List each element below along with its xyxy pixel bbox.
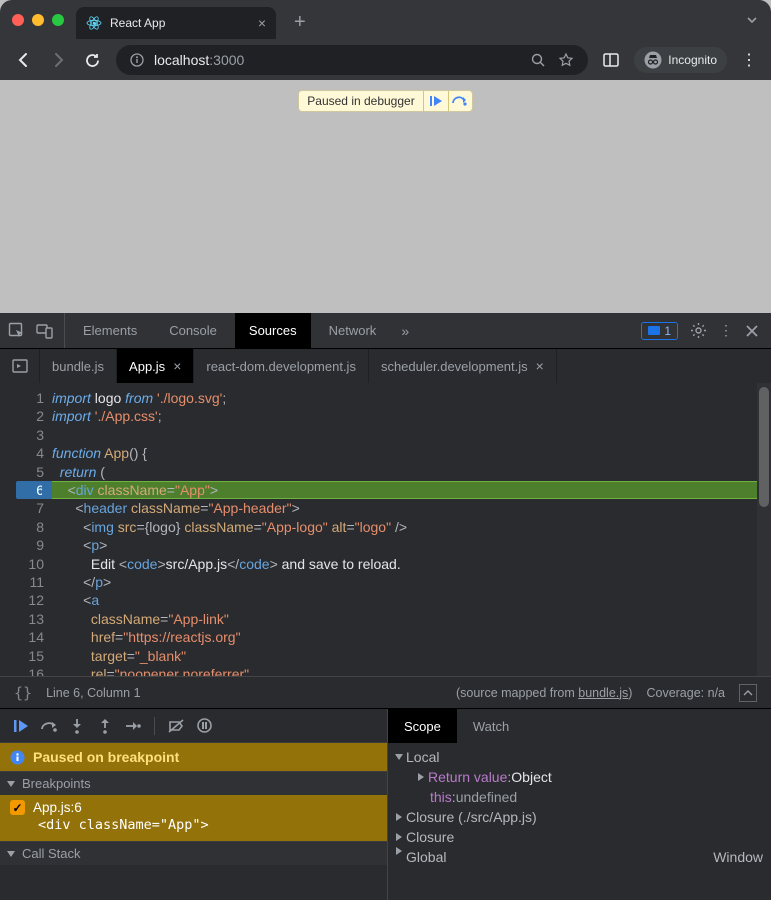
source-tab-app[interactable]: App.js× <box>117 349 194 383</box>
devtools-toggle-icon[interactable] <box>602 51 620 69</box>
global-value[interactable]: Window <box>713 847 763 867</box>
breakpoint-row[interactable]: ✓ App.js:6 <div className="App"> <box>0 795 387 841</box>
back-button[interactable] <box>14 50 34 70</box>
close-tab-icon[interactable]: × <box>536 358 544 374</box>
scope-tab-bar: Scope Watch <box>388 709 771 743</box>
paused-message: Paused on breakpoint <box>0 743 387 771</box>
page-viewport: Paused in debugger <box>0 80 771 313</box>
scope-body[interactable]: Local Return value: Object this: undefin… <box>388 743 771 871</box>
incognito-label: Incognito <box>668 53 717 67</box>
source-mapped-label: (source mapped from bundle.js) <box>456 686 633 700</box>
step-out-button[interactable] <box>92 713 118 739</box>
deactivate-breakpoints-button[interactable] <box>163 713 189 739</box>
incognito-badge[interactable]: Incognito <box>634 47 727 73</box>
resume-button[interactable] <box>8 713 34 739</box>
device-toggle-icon[interactable] <box>34 320 56 342</box>
browser-tab[interactable]: React App × <box>76 7 276 39</box>
paused-banner-text: Paused in debugger <box>299 94 422 108</box>
inspect-element-icon[interactable] <box>6 320 28 342</box>
tab-console[interactable]: Console <box>155 313 231 348</box>
navigator-toggle-icon[interactable] <box>0 349 40 383</box>
tab-sources[interactable]: Sources <box>235 313 311 348</box>
tab-network[interactable]: Network <box>315 313 391 348</box>
reload-button[interactable] <box>82 50 102 70</box>
address-bar: localhost:3000 Incognito ⋮ <box>0 40 771 80</box>
breakpoint-code: <div className="App"> <box>10 817 377 833</box>
return-value-label: Return value <box>428 767 507 787</box>
issues-count: 1 <box>664 324 671 338</box>
close-window-button[interactable] <box>12 14 24 26</box>
incognito-icon <box>644 51 662 69</box>
step-into-button[interactable] <box>64 713 90 739</box>
maximize-window-button[interactable] <box>52 14 64 26</box>
code-content[interactable]: import logo from './logo.svg';import './… <box>52 383 771 676</box>
address-field[interactable]: localhost:3000 <box>116 45 588 75</box>
info-icon <box>10 750 25 765</box>
debugger-pane: Paused on breakpoint Breakpoints ✓ App.js… <box>0 708 771 900</box>
title-bar: React App × + <box>0 0 771 40</box>
devtools-tab-bar: Elements Console Sources Network » 1 ⋮ <box>0 313 771 349</box>
source-tab-react-dom[interactable]: react-dom.development.js <box>194 349 369 383</box>
return-value[interactable]: Object <box>511 767 551 787</box>
this-value: undefined <box>456 787 518 807</box>
step-button[interactable] <box>120 713 146 739</box>
source-tab-scheduler[interactable]: scheduler.development.js× <box>369 349 557 383</box>
window-controls <box>12 14 64 26</box>
scope-global[interactable]: Global <box>406 847 446 867</box>
source-tab-bundle[interactable]: bundle.js <box>40 349 117 383</box>
devtools-panel: Elements Console Sources Network » 1 ⋮ b… <box>0 313 771 900</box>
debugger-toolbar <box>0 709 387 743</box>
this-label: this <box>430 787 452 807</box>
settings-icon[interactable] <box>690 322 707 339</box>
pretty-print-icon[interactable]: {} <box>14 684 32 702</box>
bundle-link[interactable]: bundle.js <box>578 686 628 700</box>
source-tab-bar: bundle.js App.js× react-dom.development.… <box>0 349 771 383</box>
forward-button[interactable] <box>48 50 68 70</box>
line-gutter[interactable]: 12345678910111213141516 <box>0 383 52 676</box>
cursor-position: Line 6, Column 1 <box>46 686 141 700</box>
coverage-label: Coverage: n/a <box>646 686 725 700</box>
search-icon[interactable] <box>531 53 546 68</box>
bookmark-icon[interactable] <box>558 52 574 68</box>
scope-pane: Scope Watch Local Return value: Object t… <box>388 709 771 900</box>
site-info-icon[interactable] <box>130 53 144 67</box>
more-tabs-icon[interactable]: » <box>394 320 416 342</box>
tab-scope[interactable]: Scope <box>388 709 457 743</box>
url-text: localhost:3000 <box>154 52 244 68</box>
scope-closure[interactable]: Closure <box>406 827 454 847</box>
breakpoint-label: App.js:6 <box>33 800 82 815</box>
issues-badge[interactable]: 1 <box>641 322 678 340</box>
tab-elements[interactable]: Elements <box>69 313 151 348</box>
step-banner-button[interactable] <box>448 91 472 111</box>
callstack-header[interactable]: Call Stack <box>0 841 387 865</box>
react-icon <box>86 15 102 31</box>
editor-status-bar: {} Line 6, Column 1 (source mapped from … <box>0 676 771 708</box>
new-tab-button[interactable]: + <box>294 11 306 34</box>
breakpoint-checkbox[interactable]: ✓ <box>10 800 25 815</box>
tab-close-icon[interactable]: × <box>258 15 266 31</box>
scope-local[interactable]: Local <box>406 747 439 767</box>
step-over-button[interactable] <box>36 713 62 739</box>
scope-closure-app[interactable]: Closure (./src/App.js) <box>406 807 537 827</box>
minimize-window-button[interactable] <box>32 14 44 26</box>
coverage-toggle-icon[interactable] <box>739 684 757 702</box>
debugger-left-pane: Paused on breakpoint Breakpoints ✓ App.js… <box>0 709 388 900</box>
close-devtools-icon[interactable] <box>745 324 759 338</box>
menu-icon[interactable]: ⋮ <box>741 50 757 70</box>
paused-banner: Paused in debugger <box>298 90 472 112</box>
more-options-icon[interactable]: ⋮ <box>719 322 733 339</box>
resume-banner-button[interactable] <box>424 91 448 111</box>
pause-on-exception-button[interactable] <box>191 713 217 739</box>
code-editor[interactable]: 12345678910111213141516 import logo from… <box>0 383 771 676</box>
tab-watch[interactable]: Watch <box>457 709 525 743</box>
breakpoints-header[interactable]: Breakpoints <box>0 771 387 795</box>
close-tab-icon[interactable]: × <box>173 358 181 374</box>
browser-tab-title: React App <box>110 16 165 30</box>
tab-list-button[interactable] <box>745 13 759 27</box>
